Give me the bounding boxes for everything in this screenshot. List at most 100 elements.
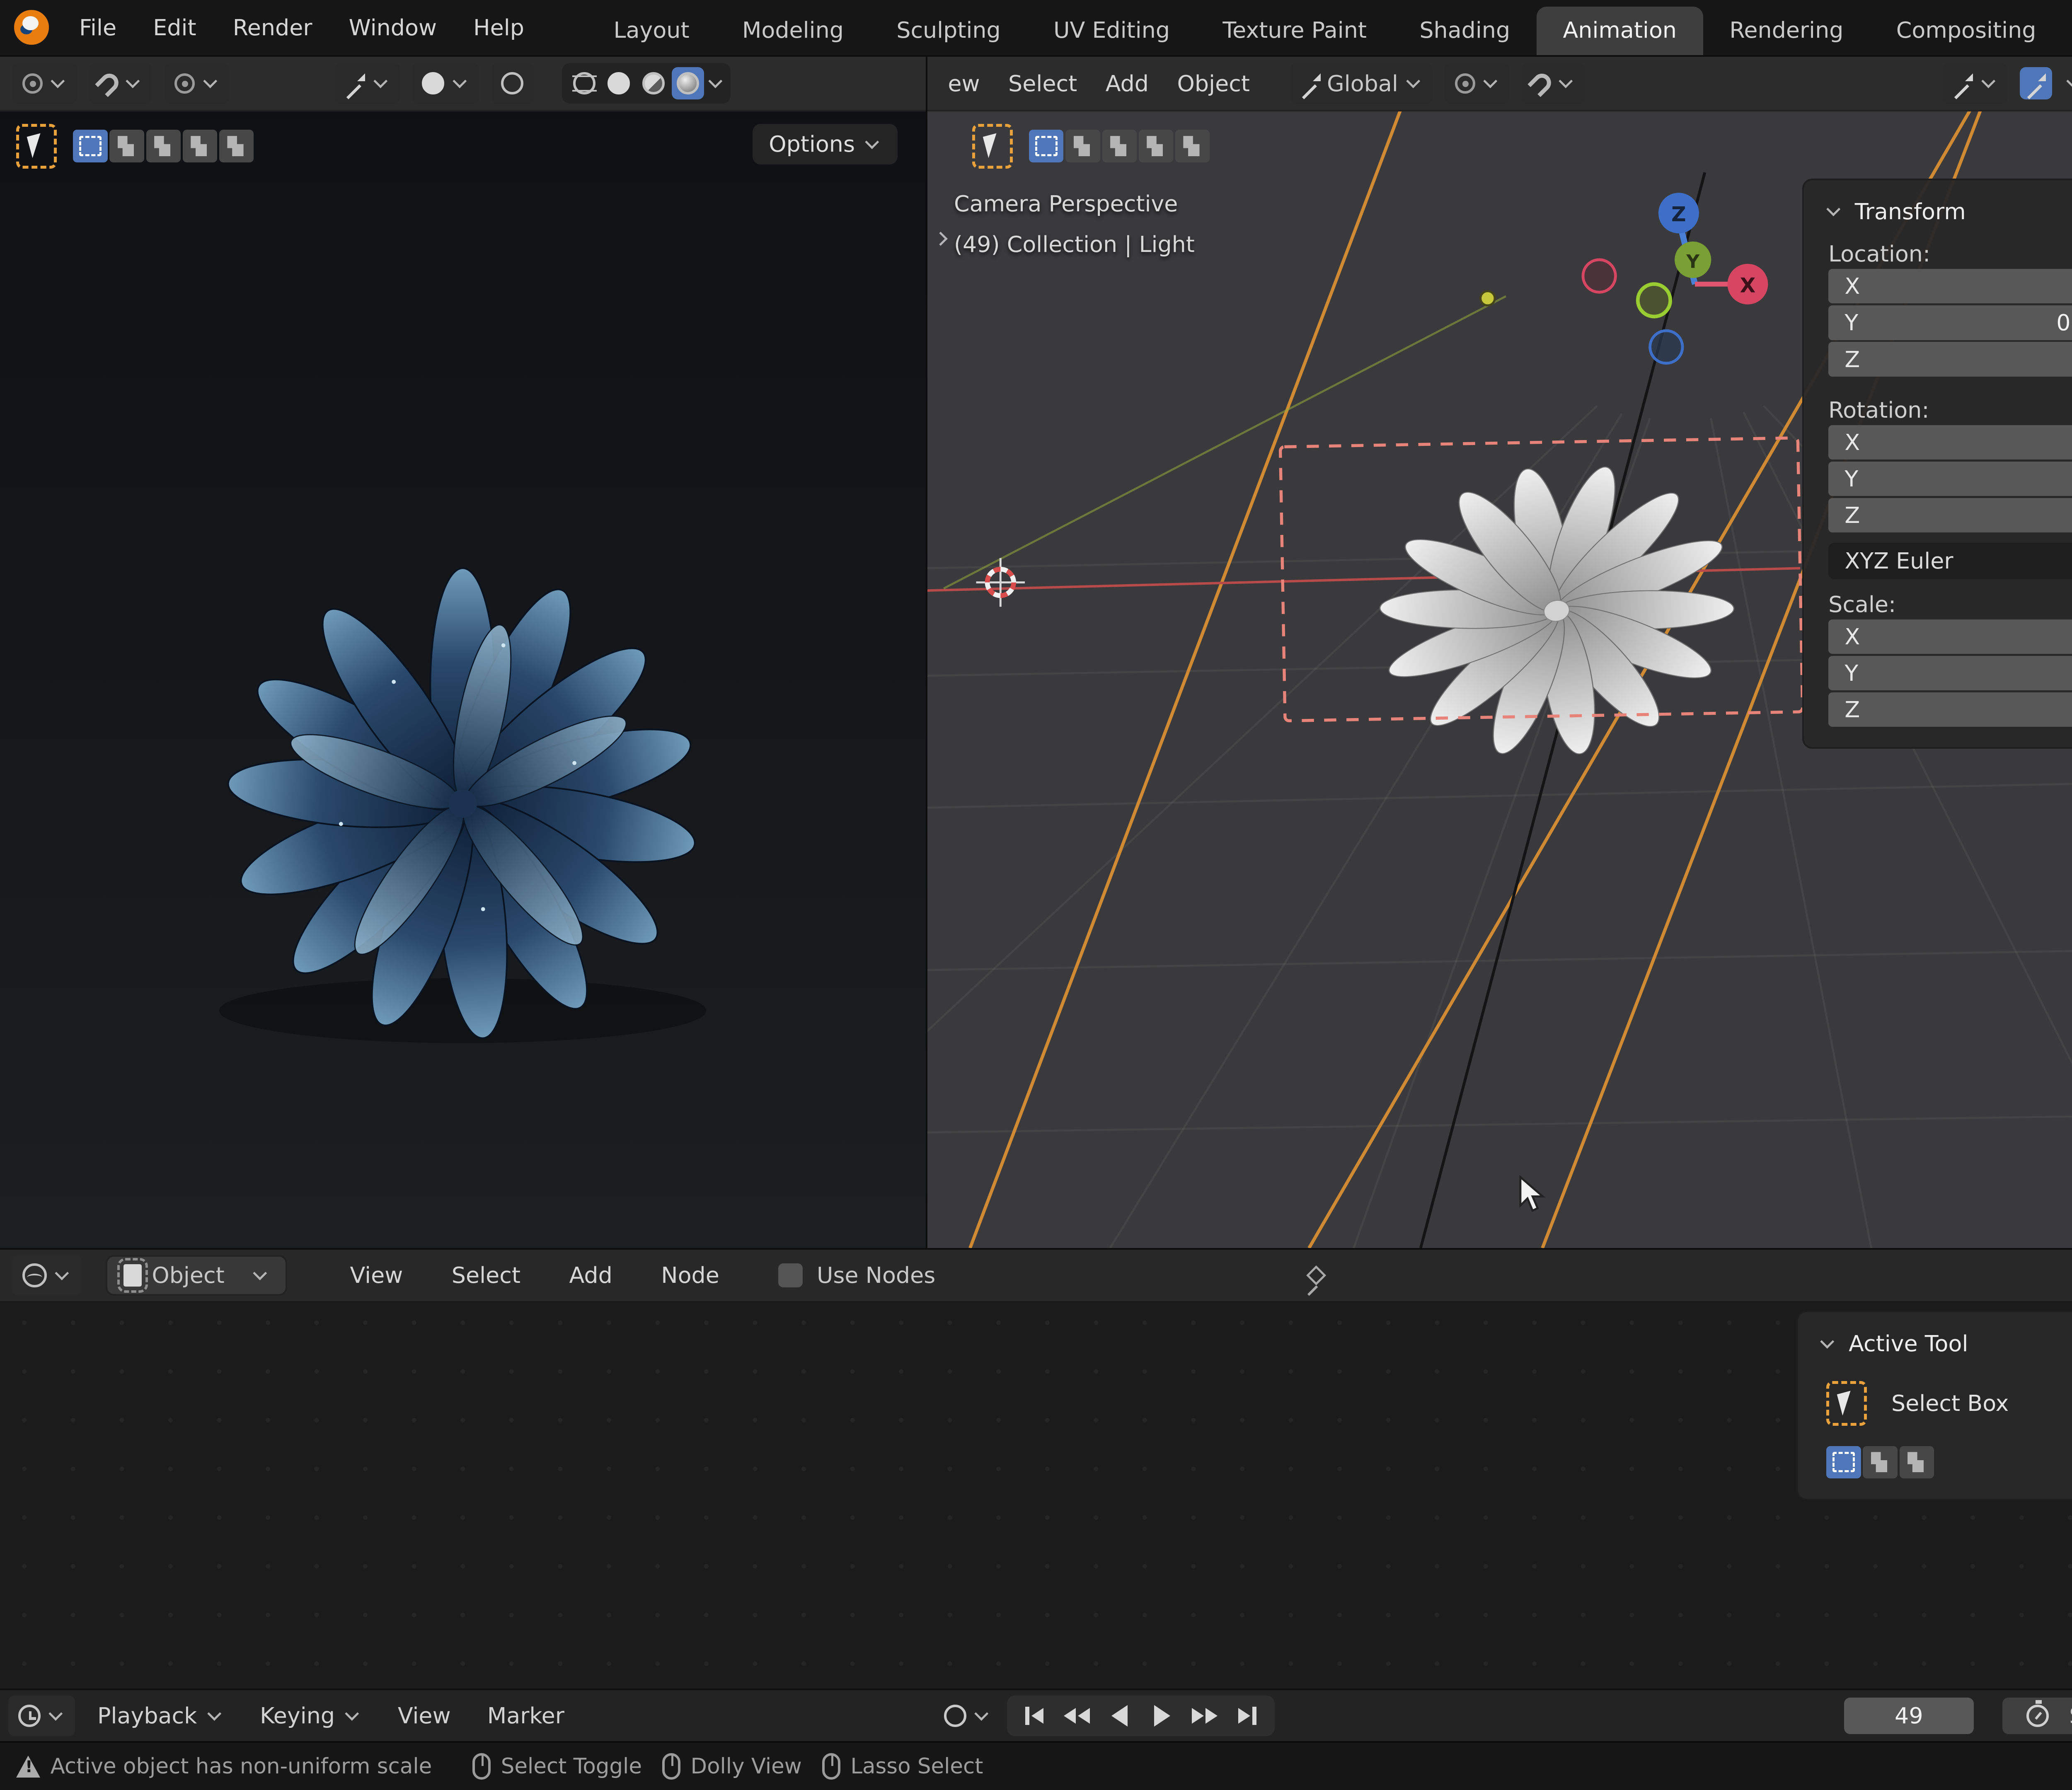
menu-select[interactable]: Select	[1000, 70, 1085, 97]
jump-to-end-button[interactable]	[1228, 1698, 1266, 1734]
sidebar-collapse-arrow[interactable]	[932, 227, 950, 254]
transform-orientation-dropdown[interactable]: Global	[1290, 63, 1433, 104]
select-mode-intersect[interactable]	[1175, 130, 1210, 162]
tab-modeling[interactable]: Modeling	[716, 7, 870, 55]
menu-add[interactable]: Add	[551, 1262, 630, 1288]
viewport-secondary[interactable]: Options	[0, 57, 927, 1248]
select-box-tool-icon[interactable]	[972, 124, 1013, 169]
play-reverse-button[interactable]	[1100, 1698, 1139, 1734]
jump-to-start-button[interactable]	[1015, 1698, 1053, 1734]
scale-y-field[interactable]: Y5.617	[1828, 656, 2072, 690]
pin-icon[interactable]	[1306, 1265, 1326, 1285]
scale-x-field[interactable]: X33.423	[1828, 619, 2072, 654]
shader-editor[interactable]: Object View Select Add Node Use Nodes Ac…	[0, 1248, 2072, 1688]
menu-select[interactable]: Select	[433, 1262, 539, 1288]
select-mode-set[interactable]	[1029, 130, 1063, 162]
snap-button[interactable]	[89, 63, 152, 104]
use-nodes-checkbox[interactable]	[778, 1263, 803, 1288]
gizmo-visibility-button[interactable]	[1943, 63, 2008, 104]
select-mode-set[interactable]	[73, 130, 107, 162]
rotation-z-field[interactable]: Z-8.8449°	[1828, 498, 2072, 532]
tab-shading[interactable]: Shading	[1393, 7, 1537, 55]
overlays-icon	[422, 72, 444, 94]
menu-view[interactable]: View	[384, 1703, 465, 1729]
select-mode-extend[interactable]	[1065, 130, 1100, 162]
xray-toggle[interactable]	[491, 63, 534, 104]
location-x-field[interactable]: X2.3577 m	[1828, 269, 2072, 303]
play-button[interactable]	[1143, 1698, 1181, 1734]
chevron-down-icon	[1406, 74, 1421, 89]
select-mode-set[interactable]	[1826, 1446, 1861, 1478]
rotation-mode-dropdown[interactable]: XYZ Euler	[1828, 543, 2072, 579]
select-mode-extend[interactable]	[1863, 1446, 1897, 1478]
menu-marker[interactable]: Marker	[473, 1703, 579, 1729]
tab-rendering[interactable]: Rendering	[1703, 7, 1870, 55]
chevron-down-icon	[51, 74, 65, 89]
previous-keyframe-button[interactable]	[1058, 1698, 1096, 1734]
tab-compositing[interactable]: Compositing	[1870, 7, 2062, 55]
select-mode-subtract[interactable]	[146, 130, 181, 162]
menu-render[interactable]: Render	[215, 0, 331, 55]
tab-animation[interactable]: Animation	[1537, 7, 1703, 55]
menu-help[interactable]: Help	[455, 0, 542, 55]
editor-type-button[interactable]	[8, 1696, 75, 1736]
active-tool-panel: Active Tool Select Box	[1796, 1311, 2072, 1500]
collapse-icon[interactable]	[1820, 1335, 1835, 1349]
select-mode-extend[interactable]	[109, 130, 144, 162]
chevron-down-icon	[865, 135, 879, 150]
show-gizmo-toggle[interactable]	[2020, 67, 2052, 99]
menu-edit[interactable]: Edit	[135, 0, 214, 55]
tab-sculpting[interactable]: Sculpting	[870, 7, 1027, 55]
select-mode-invert[interactable]	[183, 130, 217, 162]
location-z-field[interactable]: Z1.9832 m	[1828, 342, 2072, 376]
editor-type-button[interactable]	[12, 1255, 81, 1296]
select-mode-invert[interactable]	[1139, 130, 1173, 162]
menu-playback[interactable]: Playback	[83, 1703, 238, 1729]
pivot-point-button[interactable]	[12, 63, 77, 104]
pivot-point-button[interactable]	[1445, 63, 1510, 104]
menu-add[interactable]: Add	[1097, 70, 1157, 97]
shading-solid-button[interactable]	[603, 67, 635, 99]
snap-button[interactable]	[1522, 63, 1585, 104]
menu-view[interactable]: View	[332, 1262, 421, 1288]
menu-node[interactable]: Node	[643, 1262, 738, 1288]
tab-geometry-nodes[interactable]: Geometry Nodes	[2062, 7, 2072, 55]
start-frame-field[interactable]: Start 1	[2002, 1698, 2072, 1734]
scale-z-field[interactable]: Z7.218	[1828, 692, 2072, 727]
select-mode-subtract[interactable]	[1102, 130, 1137, 162]
shader-type-dropdown[interactable]: Object	[106, 1255, 287, 1296]
collapse-icon[interactable]	[1826, 202, 1841, 217]
menu-view[interactable]: ew	[940, 70, 988, 97]
tab-texture-paint[interactable]: Texture Paint	[1196, 7, 1393, 55]
rotation-y-field[interactable]: Y9.1039°	[1828, 462, 2072, 496]
next-keyframe-button[interactable]	[1185, 1698, 1224, 1734]
overlays-button[interactable]	[412, 63, 479, 104]
menu-keying[interactable]: Keying	[246, 1703, 375, 1729]
gizmo-button[interactable]	[335, 63, 400, 104]
proportional-edit-button[interactable]	[165, 63, 230, 104]
select-box-tool-icon[interactable]	[16, 124, 57, 169]
shading-wireframe-button[interactable]	[568, 67, 600, 99]
viewport-main[interactable]: ew Select Add Object Global	[927, 57, 2072, 1248]
menu-file[interactable]: File	[61, 0, 135, 55]
shading-material-button[interactable]	[637, 67, 669, 99]
svg-text:Z: Z	[1671, 203, 1686, 226]
rotation-x-field[interactable]: X-25.977°	[1828, 425, 2072, 460]
location-y-field[interactable]: Y0.23915 m	[1828, 305, 2072, 340]
blender-logo-icon[interactable]	[14, 10, 48, 44]
menu-object[interactable]: Object	[1169, 70, 1258, 97]
current-frame-field[interactable]: 49	[1844, 1698, 1974, 1734]
select-mode-subtract[interactable]	[1900, 1446, 1934, 1478]
viewport-left-options[interactable]: Options	[753, 124, 898, 164]
chevron-down-icon	[253, 1266, 267, 1281]
tab-layout[interactable]: Layout	[587, 7, 716, 55]
tab-uv-editing[interactable]: UV Editing	[1027, 7, 1196, 55]
shading-rendered-button[interactable]	[672, 67, 704, 99]
menu-window[interactable]: Window	[331, 0, 455, 55]
select-box-tool-icon[interactable]	[1826, 1381, 1867, 1426]
gizmo-icon	[1953, 73, 1973, 94]
select-mode-intersect[interactable]	[219, 130, 254, 162]
blender-window: File Edit Render Window Help Layout Mode…	[0, 0, 2072, 1790]
nav-gizmo[interactable]: Z Y X	[1598, 179, 1780, 361]
auto-keying-toggle[interactable]	[944, 1705, 991, 1727]
